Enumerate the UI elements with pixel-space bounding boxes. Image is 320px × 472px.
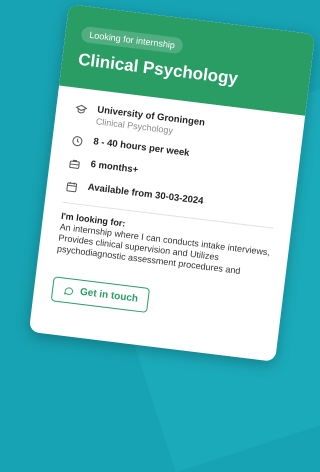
card-title: Clinical Psychology (77, 49, 239, 89)
status-badge: Looking for internship (80, 25, 184, 55)
graduation-cap-icon (73, 102, 89, 118)
get-in-touch-label: Get in touch (79, 286, 139, 305)
hours-text: 8 - 40 hours per week (92, 136, 191, 159)
profile-card-wrapper: Looking for internship Clinical Psycholo… (28, 4, 316, 362)
get-in-touch-button[interactable]: Get in touch (50, 276, 151, 313)
availability-text: Available from 30-03-2024 (87, 181, 205, 207)
chat-icon (63, 287, 74, 295)
card-body: University of Groningen Clinical Psychol… (33, 86, 305, 330)
calendar-icon (64, 179, 80, 195)
duration-text: 6 months+ (89, 158, 139, 176)
briefcase-icon (67, 156, 83, 172)
clock-icon (70, 133, 86, 149)
profile-card: Looking for internship Clinical Psycholo… (28, 4, 316, 362)
